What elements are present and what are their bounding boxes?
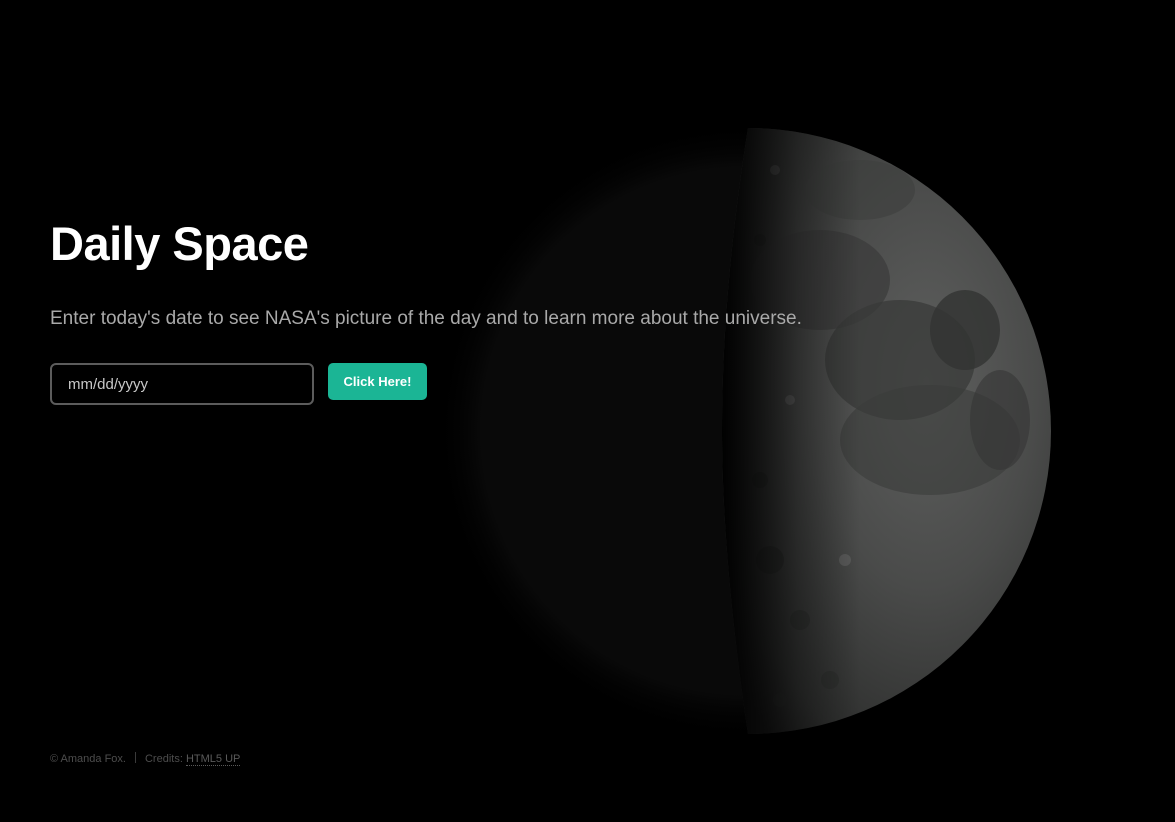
page-subtitle: Enter today's date to see NASA's picture… [50,308,802,329]
footer-divider [134,752,136,763]
date-form: Click Here! [50,363,450,405]
footer-copyright: © Amanda Fox. [50,753,126,765]
footer-credits-label: Credits: [144,753,183,765]
footer: © Amanda Fox. Credits: HTML5 UP [50,752,241,766]
page-title: Daily Space [50,217,309,270]
footer-credits-link[interactable]: HTML5 UP [185,753,241,766]
main-content: Daily Space Enter today's date to see NA… [50,212,850,405]
submit-button[interactable]: Click Here! [328,363,427,400]
date-input[interactable] [50,363,314,405]
moon-background-image [0,0,1175,822]
